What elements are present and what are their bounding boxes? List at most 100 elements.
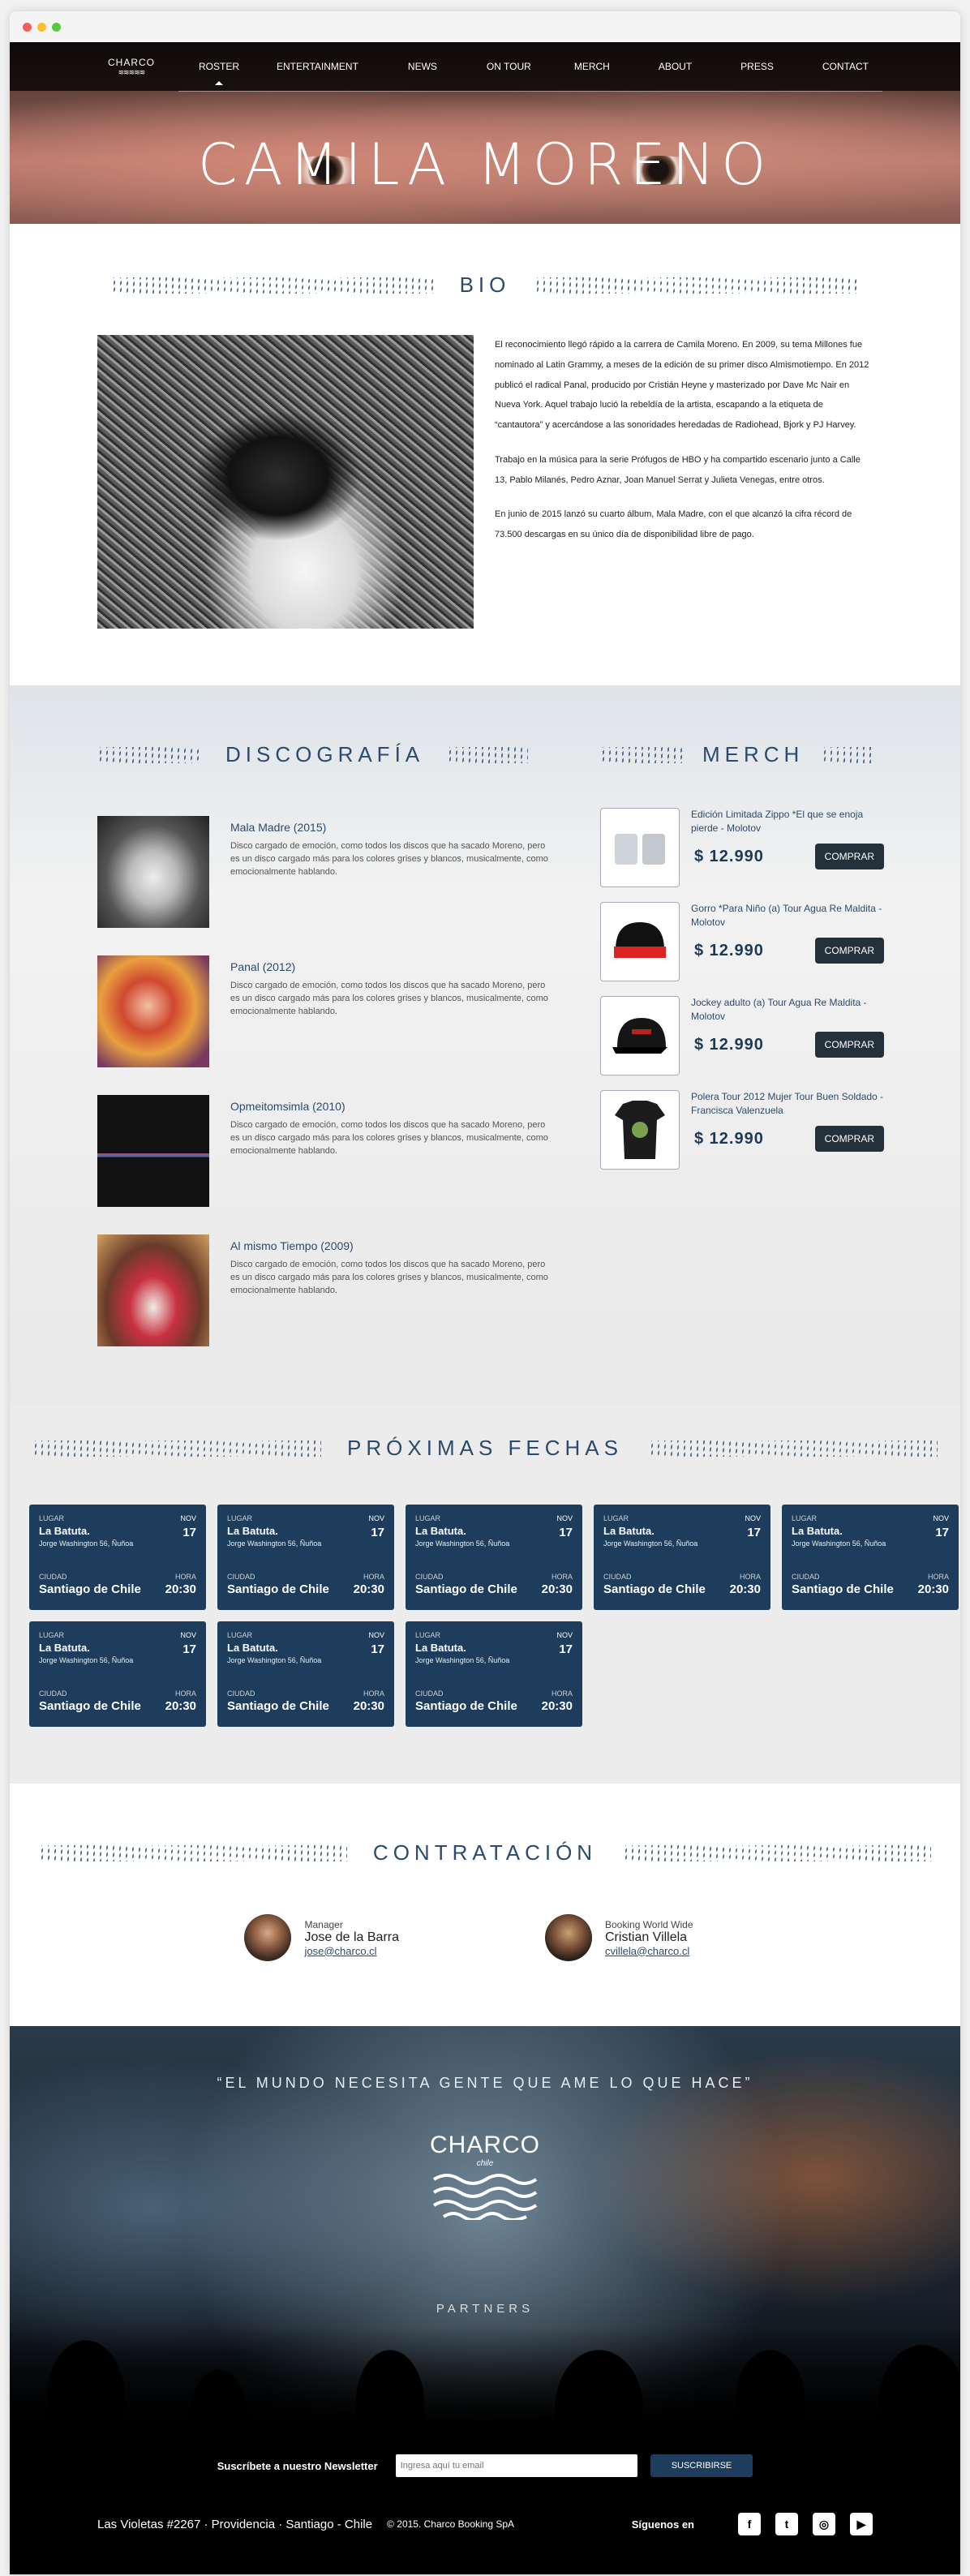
- venue-address: Jorge Washington 56, Ñuñoa: [39, 1656, 134, 1664]
- merch-image[interactable]: [600, 996, 680, 1075]
- instagram-icon[interactable]: ◎: [813, 2513, 835, 2535]
- social-links: f t ◎ ▶: [738, 2513, 873, 2535]
- album-item[interactable]: Panal (2012) Disco cargado de emoción, c…: [97, 955, 552, 1067]
- minimize-window-button[interactable]: [37, 22, 46, 32]
- section-heading: DISCOGRAFÍA: [225, 742, 425, 766]
- merch-name[interactable]: Edición Limitada Zippo *El que se enoja …: [691, 808, 884, 839]
- show-time: 20:30: [165, 1582, 196, 1596]
- show-time: 20:30: [541, 1582, 573, 1596]
- tour-date-card[interactable]: LUGAR La Batuta. Jorge Washington 56, Ñuño…: [29, 1505, 206, 1610]
- maximize-window-button[interactable]: [52, 22, 61, 32]
- album-cover[interactable]: [97, 955, 209, 1067]
- city-label: CIUDAD: [39, 1573, 67, 1581]
- date-month: NOV: [368, 1631, 384, 1639]
- date-day: 17: [371, 1526, 384, 1539]
- album-item[interactable]: Mala Madre (2015) Disco cargado de emoci…: [97, 816, 552, 928]
- tour-date-card[interactable]: LUGAR La Batuta. Jorge Washington 56, Ñuño…: [406, 1621, 582, 1727]
- upcoming-dates-section: PRÓXIMAS FECHAS LUGAR La Batuta. Jorge Was…: [10, 1403, 960, 1784]
- youtube-icon[interactable]: ▶: [850, 2513, 873, 2535]
- tour-date-card[interactable]: LUGAR La Batuta. Jorge Washington 56, Ñuño…: [217, 1505, 394, 1610]
- album-item[interactable]: Opmeitomsimla (2010) Disco cargado de em…: [97, 1095, 552, 1207]
- hero-header: CHARCO ≋≋≋≋≋ ROSTER ENTERTAINMENT NEWS O…: [10, 42, 960, 224]
- browser-window: CHARCO ≋≋≋≋≋ ROSTER ENTERTAINMENT NEWS O…: [10, 11, 960, 2574]
- newsletter-email-input[interactable]: [395, 2454, 637, 2477]
- footer-logo-word: CHARCO: [429, 2132, 540, 2158]
- zigzag-ornament: [447, 746, 529, 763]
- zigzag-ornament: [110, 277, 436, 294]
- buy-button[interactable]: COMPRAR: [814, 1032, 884, 1058]
- twitter-icon[interactable]: t: [775, 2513, 798, 2535]
- merch-image[interactable]: [600, 808, 680, 887]
- close-window-button[interactable]: [23, 22, 32, 32]
- charco-logo[interactable]: CHARCO ≋≋≋≋≋: [99, 58, 164, 76]
- nav-menu: ROSTER ENTERTAINMENT NEWS ON TOUR MERCH …: [180, 61, 893, 85]
- album-title[interactable]: Opmeitomsimla (2010): [230, 1100, 555, 1113]
- album-description: Disco cargado de emoción, como todos los…: [230, 1120, 548, 1156]
- city-label: CIUDAD: [603, 1573, 632, 1581]
- buy-button[interactable]: COMPRAR: [814, 938, 884, 964]
- merch-item: Jockey adulto (a) Tour Agua Re Maldita -…: [600, 996, 884, 1075]
- album-cover[interactable]: [97, 816, 209, 928]
- date-cards-grid: LUGAR La Batuta. Jorge Washington 56, Ñuño…: [19, 1461, 959, 1727]
- nav-item-news[interactable]: NEWS: [377, 61, 468, 72]
- merch-image[interactable]: [600, 902, 680, 981]
- nav-item-on-tour[interactable]: ON TOUR: [468, 61, 550, 72]
- city-label: CIUDAD: [792, 1573, 820, 1581]
- section-heading: PRÓXIMAS FECHAS: [347, 1436, 623, 1460]
- tour-date-card[interactable]: LUGAR La Batuta. Jorge Washington 56, Ñuño…: [594, 1505, 770, 1610]
- hour-label: HORA: [551, 1573, 573, 1581]
- place-label: LUGAR: [39, 1631, 65, 1639]
- place-label: LUGAR: [227, 1514, 253, 1522]
- album-cover[interactable]: [97, 1234, 209, 1346]
- city-name: Santiago de Chile: [603, 1582, 706, 1596]
- nav-item-merch[interactable]: MERCH: [550, 61, 634, 72]
- contact-email-link[interactable]: cvillela@charco.cl: [605, 1945, 693, 1957]
- date-month: NOV: [180, 1631, 196, 1639]
- section-title-dates: PRÓXIMAS FECHAS: [19, 1436, 951, 1461]
- merch-name[interactable]: Gorro *Para Niño (a) Tour Agua Re Maldit…: [691, 902, 884, 933]
- contact-role: Booking World Wide: [605, 1918, 693, 1930]
- subscribe-button[interactable]: SUSCRIBIRSE: [650, 2454, 753, 2477]
- venue-address: Jorge Washington 56, Ñuñoa: [792, 1539, 886, 1548]
- bio-body: El reconocimiento llegó rápido a la carr…: [10, 298, 960, 629]
- contact-email-link[interactable]: jose@charco.cl: [304, 1945, 399, 1957]
- album-title[interactable]: Al mismo Tiempo (2009): [230, 1239, 555, 1252]
- merch-name[interactable]: Jockey adulto (a) Tour Agua Re Maldita -…: [691, 996, 884, 1027]
- album-title[interactable]: Panal (2012): [230, 960, 555, 973]
- contact-card: Booking World Wide Cristian Villela cvil…: [545, 1914, 693, 1961]
- tour-date-card[interactable]: LUGAR La Batuta. Jorge Washington 56, Ñuño…: [217, 1621, 394, 1727]
- venue-name: La Batuta.: [415, 1642, 466, 1654]
- section-heading: BIO: [459, 273, 511, 297]
- section-heading: MERCH: [702, 742, 805, 766]
- city-name: Santiago de Chile: [227, 1582, 329, 1596]
- merch-name[interactable]: Polera Tour 2012 Mujer Tour Buen Soldado…: [691, 1090, 884, 1121]
- merch-image[interactable]: [600, 1090, 680, 1170]
- nav-item-about[interactable]: ABOUT: [634, 61, 716, 72]
- nav-item-entertainment[interactable]: ENTERTAINMENT: [258, 61, 377, 72]
- nav-item-press[interactable]: PRESS: [716, 61, 798, 72]
- hour-label: HORA: [174, 1689, 196, 1698]
- tour-date-card[interactable]: LUGAR La Batuta. Jorge Washington 56, Ñuño…: [406, 1505, 582, 1610]
- nav-item-roster[interactable]: ROSTER: [180, 61, 258, 85]
- hour-label: HORA: [174, 1573, 196, 1581]
- date-month: NOV: [368, 1514, 384, 1522]
- zigzag-ornament: [822, 746, 876, 763]
- date-month: NOV: [180, 1514, 196, 1522]
- album-title[interactable]: Mala Madre (2015): [230, 821, 555, 834]
- facebook-icon[interactable]: f: [738, 2513, 761, 2535]
- waves-icon: ≋≋≋≋≋: [118, 67, 146, 76]
- tour-date-card[interactable]: LUGAR La Batuta. Jorge Washington 56, Ñuño…: [782, 1505, 959, 1610]
- hour-label: HORA: [363, 1573, 384, 1581]
- date-day: 17: [371, 1642, 384, 1656]
- footer-logo[interactable]: CHARCO chile: [10, 2132, 960, 2220]
- newsletter-form: Suscríbete a nuestro Newsletter SUSCRIBI…: [10, 2454, 960, 2477]
- venue-name: La Batuta.: [39, 1525, 90, 1537]
- footer-address: Las Violetas #2267 · Providencia · Santi…: [97, 2517, 373, 2531]
- nav-item-contact[interactable]: CONTACT: [798, 61, 893, 72]
- album-cover[interactable]: [97, 1095, 209, 1207]
- tour-date-card[interactable]: LUGAR La Batuta. Jorge Washington 56, Ñuño…: [29, 1621, 206, 1727]
- buy-button[interactable]: COMPRAR: [814, 844, 884, 869]
- album-item[interactable]: Al mismo Tiempo (2009) Disco cargado de …: [97, 1234, 552, 1346]
- buy-button[interactable]: COMPRAR: [814, 1126, 884, 1152]
- merch: MERCH Edición Limitada Zippo *El que se …: [600, 742, 884, 1371]
